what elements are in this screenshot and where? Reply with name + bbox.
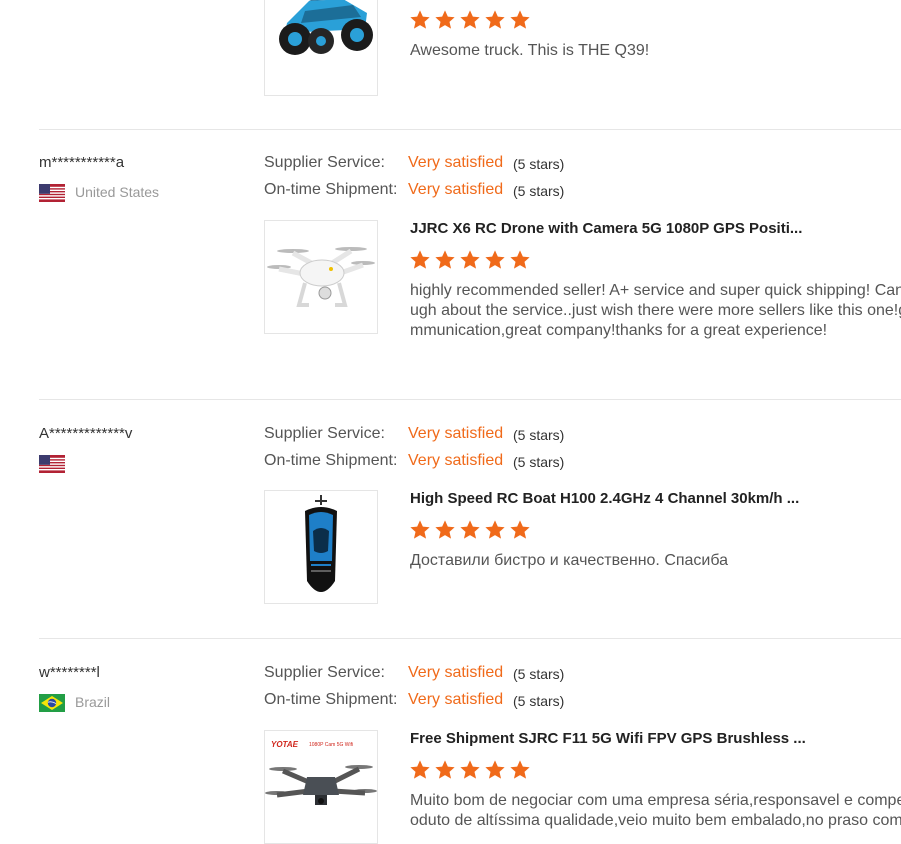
flag-brazil-icon [39, 694, 65, 712]
star-icon [510, 10, 530, 29]
on-time-shipment-label: On-time Shipment: [264, 181, 398, 198]
star-icon [410, 760, 430, 779]
product-thumbnail[interactable] [264, 0, 378, 96]
on-time-shipment-label: On-time Shipment: [264, 691, 398, 708]
star-icon [460, 760, 480, 779]
star-icon [510, 760, 530, 779]
divider [39, 129, 901, 130]
review-text: Доставили бистро и качественно. Спасиба [410, 551, 901, 571]
star-icon [410, 250, 430, 269]
review-text: Awesome truck. This is THE Q39! [410, 41, 901, 61]
star-icon [485, 10, 505, 29]
flag-usa-icon [39, 184, 65, 202]
product-title-link[interactable]: Free Shipment SJRC F11 5G Wifi FPV GPS B… [410, 730, 806, 747]
star-icon [510, 520, 530, 539]
white-drone-image [267, 247, 375, 307]
review-text: highly recommended seller! A+ service an… [410, 281, 901, 341]
star-icon [410, 520, 430, 539]
review-line: highly recommended seller! A+ service an… [410, 282, 901, 299]
rc-truck-image [279, 0, 373, 55]
divider [39, 399, 901, 400]
star-rating [409, 249, 531, 271]
supplier-service-value: Very satisfied [408, 154, 504, 171]
star-icon [510, 250, 530, 269]
supplier-service-label: Supplier Service: [264, 425, 385, 442]
star-icon [485, 760, 505, 779]
svg-text:1080P Cam 5G Wifi: 1080P Cam 5G Wifi [309, 742, 353, 748]
product-title-link[interactable]: JJRC X6 RC Drone with Camera 5G 1080P GP… [410, 220, 802, 237]
buyer-name: A*************v [39, 425, 133, 442]
star-icon [435, 520, 455, 539]
buyer-name: w********l [39, 664, 100, 681]
flag-usa-icon [39, 455, 65, 473]
divider [39, 638, 901, 639]
on-time-shipment-stars: (5 stars) [513, 183, 565, 199]
star-icon [485, 250, 505, 269]
star-icon [435, 760, 455, 779]
product-thumbnail[interactable] [264, 220, 378, 334]
buyer-country: Brazil [75, 694, 111, 710]
supplier-service-label: Supplier Service: [264, 664, 385, 681]
on-time-shipment-label: On-time Shipment: [264, 452, 398, 469]
star-icon [410, 10, 430, 29]
supplier-service-stars: (5 stars) [513, 666, 565, 682]
product-thumbnail[interactable] [264, 490, 378, 604]
supplier-service-value: Very satisfied [408, 664, 504, 681]
product-title-link[interactable]: High Speed RC Boat H100 2.4GHz 4 Channel… [410, 490, 799, 507]
star-rating [409, 519, 531, 541]
star-rating [409, 759, 531, 781]
supplier-service-stars: (5 stars) [513, 427, 565, 443]
star-icon [435, 250, 455, 269]
rc-boat-image [305, 495, 337, 592]
on-time-shipment-stars: (5 stars) [513, 693, 565, 709]
review-text: Muito bom de negociar com uma empresa sé… [410, 791, 901, 831]
buyer-name: m***********a [39, 154, 125, 171]
review-line: oduto de altíssima qualidade,veio muito … [410, 812, 901, 829]
star-icon [460, 520, 480, 539]
review-line: Доставили бистро и качественно. Спасиба [410, 552, 729, 569]
supplier-service-value: Very satisfied [408, 425, 504, 442]
gray-drone-image: YOTAE 1080P Cam 5G Wifi [265, 740, 377, 805]
review-line: ugh about the service..just wish there w… [410, 302, 901, 319]
star-icon [460, 250, 480, 269]
star-icon [435, 10, 455, 29]
feedback-item-partial: Awesome truck. This is THE Q39! [0, 0, 901, 130]
on-time-shipment-value: Very satisfied [408, 691, 504, 708]
review-line: mmunication,great company!thanks for a g… [410, 322, 828, 339]
supplier-service-label: Supplier Service: [264, 154, 385, 171]
buyer-country: United States [75, 184, 160, 200]
svg-text:YOTAE: YOTAE [271, 740, 299, 749]
on-time-shipment-stars: (5 stars) [513, 454, 565, 470]
supplier-service-stars: (5 stars) [513, 156, 565, 172]
product-thumbnail[interactable]: YOTAE 1080P Cam 5G Wifi [264, 730, 378, 844]
on-time-shipment-value: Very satisfied [408, 452, 504, 469]
on-time-shipment-value: Very satisfied [408, 181, 504, 198]
star-icon [460, 10, 480, 29]
star-rating [409, 9, 531, 31]
review-line: Awesome truck. This is THE Q39! [410, 42, 650, 59]
star-icon [485, 520, 505, 539]
review-line: Muito bom de negociar com uma empresa sé… [410, 792, 901, 809]
